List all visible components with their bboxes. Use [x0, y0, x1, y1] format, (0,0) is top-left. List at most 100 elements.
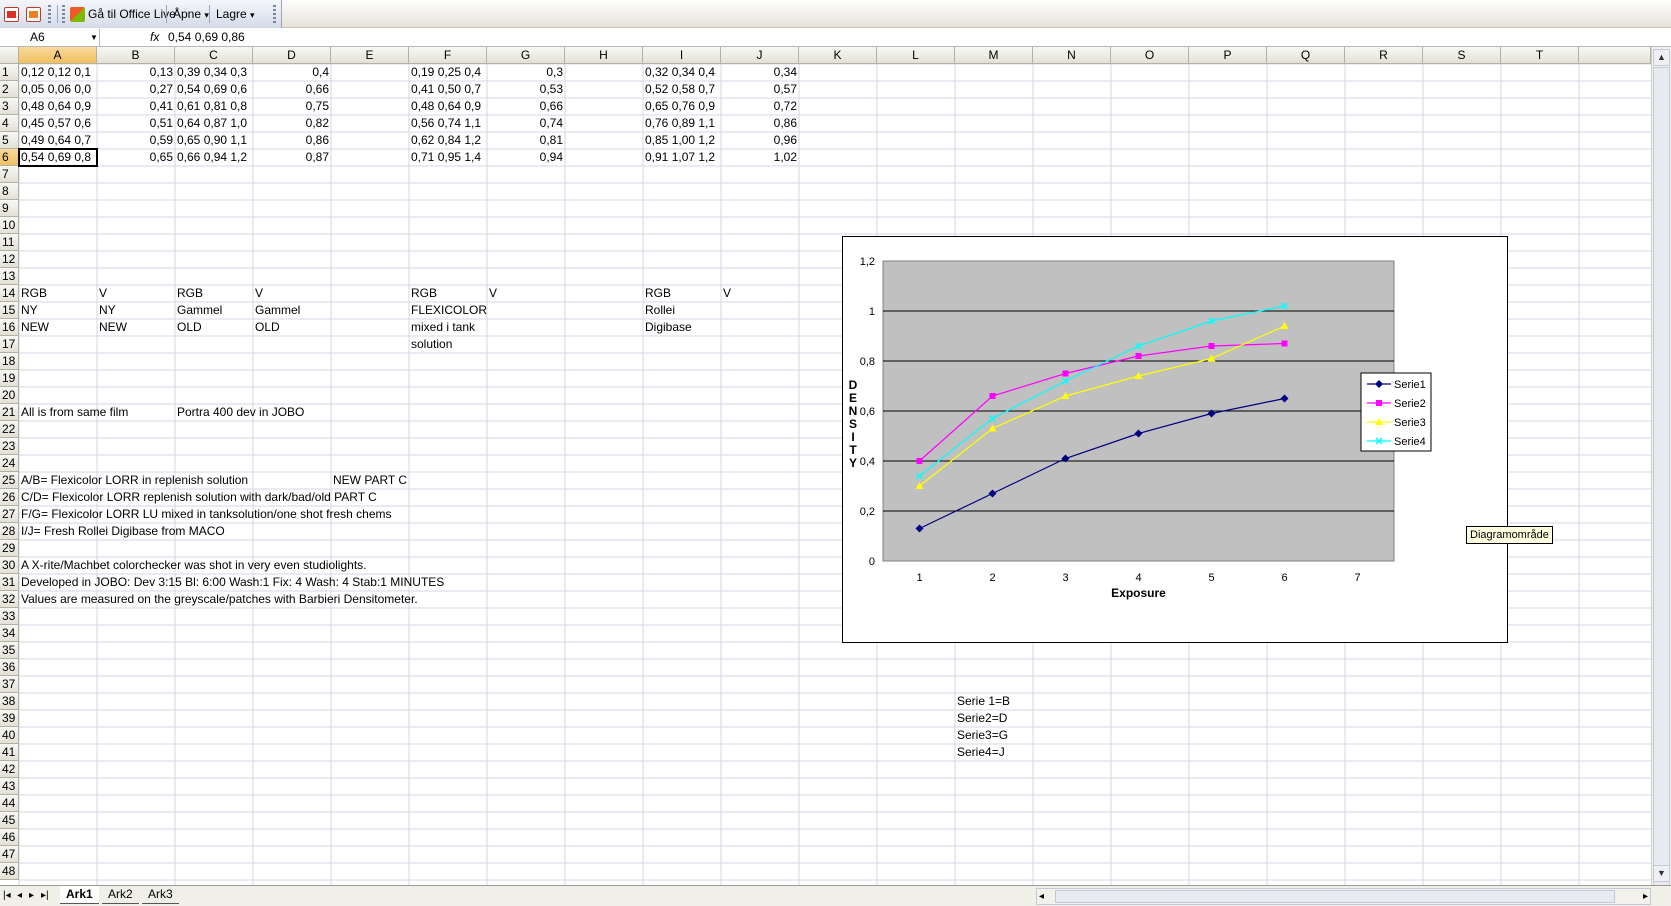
name-box[interactable]: A6 — [0, 29, 100, 46]
cell-d1[interactable]: 0,4 — [253, 64, 331, 81]
cell-f6[interactable]: 0,71 0,95 1,4 — [409, 149, 487, 166]
data-point-marker[interactable] — [916, 458, 923, 464]
cell-b6[interactable]: 0,65 — [97, 149, 175, 166]
row-header-41[interactable]: 41 — [0, 744, 19, 761]
cell-b5[interactable]: 0,59 — [97, 132, 175, 149]
row-header-7[interactable]: 7 — [0, 166, 19, 183]
cell-a27[interactable]: F/G= Flexicolor LORR LU mixed in tanksol… — [19, 506, 394, 523]
cell-c5[interactable]: 0,65 0,90 1,1 — [175, 132, 253, 149]
pdf-email-icon[interactable] — [26, 7, 41, 22]
row-header-6[interactable]: 6 — [0, 149, 19, 166]
cell-f16[interactable]: mixed i tank — [409, 319, 477, 336]
horizontal-scroll-thumb[interactable] — [1055, 890, 1615, 903]
row-header-45[interactable]: 45 — [0, 812, 19, 829]
cell-a32[interactable]: Values are measured on the greyscale/pat… — [19, 591, 420, 608]
cell-f15[interactable]: FLEXICOLOR — [409, 302, 489, 319]
row-header-24[interactable]: 24 — [0, 455, 19, 472]
column-header-r[interactable]: R — [1345, 47, 1423, 64]
row-header-36[interactable]: 36 — [0, 659, 19, 676]
cell-a5[interactable]: 0,49 0,64 0,7 — [19, 132, 97, 149]
row-header-5[interactable]: 5 — [0, 132, 19, 149]
column-header-n[interactable]: N — [1033, 47, 1111, 64]
scroll-right-icon[interactable]: ▸ — [1643, 889, 1648, 904]
column-header-a[interactable]: A — [19, 47, 97, 64]
sheet-tab-ark1[interactable]: Ark1 — [60, 886, 99, 904]
row-header-35[interactable]: 35 — [0, 642, 19, 659]
column-header-l[interactable]: L — [877, 47, 955, 64]
cell-i15[interactable]: Rollei — [643, 302, 677, 319]
column-header-i[interactable]: I — [643, 47, 721, 64]
office-live-icon[interactable] — [70, 7, 85, 22]
data-point-marker[interactable] — [1281, 340, 1288, 347]
cell-f3[interactable]: 0,48 0,64 0,9 — [409, 98, 487, 115]
cell-e25[interactable]: NEW PART C — [331, 472, 409, 489]
cell-i16[interactable]: Digibase — [643, 319, 694, 336]
column-header-p[interactable]: P — [1189, 47, 1267, 64]
cell-m39[interactable]: Serie2=D — [955, 710, 1009, 727]
cell-i4[interactable]: 0,76 0,89 1,1 — [643, 115, 721, 132]
row-header-46[interactable]: 46 — [0, 829, 19, 846]
cell-a15[interactable]: NY — [19, 302, 40, 319]
cell-b15[interactable]: NY — [97, 302, 118, 319]
cell-i5[interactable]: 0,85 1,00 1,2 — [643, 132, 721, 149]
cell-a2[interactable]: 0,05 0,06 0,0 — [19, 81, 97, 98]
row-header-23[interactable]: 23 — [0, 438, 19, 455]
data-point-marker[interactable] — [1376, 400, 1382, 406]
data-point-marker[interactable] — [989, 393, 996, 399]
cell-g3[interactable]: 0,66 — [487, 98, 565, 115]
cell-c2[interactable]: 0,54 0,69 0,6 — [175, 81, 253, 98]
row-header-33[interactable]: 33 — [0, 608, 19, 625]
cell-d3[interactable]: 0,75 — [253, 98, 331, 115]
cell-j1[interactable]: 0,34 — [721, 64, 799, 81]
cell-j6[interactable]: 1,02 — [721, 149, 799, 166]
row-header-13[interactable]: 13 — [0, 268, 19, 285]
toolbar-grip-icon[interactable] — [48, 5, 51, 23]
row-header-12[interactable]: 12 — [0, 251, 19, 268]
column-header-f[interactable]: F — [409, 47, 487, 64]
row-header-22[interactable]: 22 — [0, 421, 19, 438]
data-point-marker[interactable] — [1208, 343, 1215, 349]
cell-a14[interactable]: RGB — [19, 285, 49, 302]
cell-c6[interactable]: 0,66 0,94 1,2 — [175, 149, 253, 166]
row-header-2[interactable]: 2 — [0, 81, 19, 98]
cell-f17[interactable]: solution — [409, 336, 454, 353]
first-sheet-icon[interactable]: |◂ — [3, 889, 11, 903]
cell-a3[interactable]: 0,48 0,64 0,9 — [19, 98, 97, 115]
cell-g2[interactable]: 0,53 — [487, 81, 565, 98]
scroll-left-icon[interactable]: ◂ — [1039, 889, 1044, 904]
row-header-15[interactable]: 15 — [0, 302, 19, 319]
row-header-14[interactable]: 14 — [0, 285, 19, 302]
vertical-scrollbar[interactable]: ▲ ▼ — [1651, 47, 1671, 906]
cell-i6[interactable]: 0,91 1,07 1,2 — [643, 149, 721, 166]
row-header-29[interactable]: 29 — [0, 540, 19, 557]
row-header-9[interactable]: 9 — [0, 200, 19, 217]
column-header-h[interactable]: H — [565, 47, 643, 64]
cell-d5[interactable]: 0,86 — [253, 132, 331, 149]
cell-c21[interactable]: Portra 400 dev in JOBO — [175, 404, 306, 421]
column-header-d[interactable]: D — [253, 47, 331, 64]
column-header-g[interactable]: G — [487, 47, 565, 64]
row-header-27[interactable]: 27 — [0, 506, 19, 523]
cell-i2[interactable]: 0,52 0,58 0,7 — [643, 81, 721, 98]
column-header-t[interactable]: T — [1501, 47, 1579, 64]
cell-g14[interactable]: V — [487, 285, 499, 302]
cell-a28[interactable]: I/J= Fresh Rollei Digibase from MACO — [19, 523, 227, 540]
row-header-48[interactable]: 48 — [0, 863, 19, 880]
toolbar-grip-icon[interactable] — [62, 5, 65, 23]
scroll-up-icon[interactable]: ▲ — [1653, 49, 1670, 66]
column-header-b[interactable]: B — [97, 47, 175, 64]
row-header-39[interactable]: 39 — [0, 710, 19, 727]
cell-c14[interactable]: RGB — [175, 285, 205, 302]
cell-f1[interactable]: 0,19 0,25 0,4 — [409, 64, 487, 81]
row-header-25[interactable]: 25 — [0, 472, 19, 489]
cell-d2[interactable]: 0,66 — [253, 81, 331, 98]
sheet-tab-ark3[interactable]: Ark3 — [142, 886, 179, 904]
row-header-16[interactable]: 16 — [0, 319, 19, 336]
cell-b16[interactable]: NEW — [97, 319, 129, 336]
cell-j4[interactable]: 0,86 — [721, 115, 799, 132]
last-sheet-icon[interactable]: ▸| — [41, 889, 49, 903]
cell-f14[interactable]: RGB — [409, 285, 439, 302]
column-header-s[interactable]: S — [1423, 47, 1501, 64]
cell-a1[interactable]: 0,12 0,12 0,1 — [19, 64, 97, 81]
cell-d4[interactable]: 0,82 — [253, 115, 331, 132]
